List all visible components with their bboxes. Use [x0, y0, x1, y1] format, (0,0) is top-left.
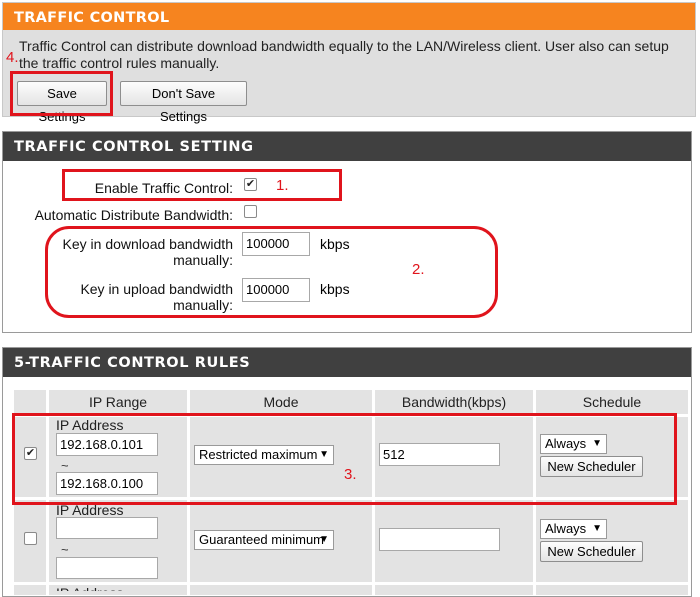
table-cell [536, 585, 688, 595]
annotation-number-3: 3. [344, 466, 357, 483]
rule-2-ip-start-input[interactable] [56, 517, 158, 539]
annotation-number-4: 4. [6, 49, 19, 66]
annotation-box-enable [62, 169, 342, 201]
rule-2-mode-select[interactable]: Guaranteed minimum ▼ [194, 530, 334, 550]
traffic-control-rules-title: 5-TRAFFIC CONTROL RULES [3, 348, 691, 377]
traffic-control-description: Traffic Control can distribute download … [19, 38, 669, 71]
rule-2-schedule-select[interactable]: Always ▼ [540, 519, 607, 539]
annotation-box-save [10, 71, 113, 116]
mode-column-header: Mode [190, 390, 372, 414]
rule-2-schedule-value: Always [545, 521, 587, 536]
checkbox-column-header [14, 390, 46, 414]
table-row [14, 585, 46, 595]
table-cell [190, 585, 372, 595]
rule-2-new-scheduler-button[interactable]: New Scheduler [540, 541, 643, 562]
rule-2-bandwidth-input[interactable] [379, 528, 500, 551]
schedule-column-header: Schedule [536, 390, 688, 414]
annotation-oval-bandwidth [45, 226, 498, 318]
annotation-box-rule [12, 413, 677, 505]
annotation-number-2: 2. [412, 261, 425, 278]
auto-distribute-checkbox[interactable] [244, 205, 257, 218]
bandwidth-column-header: Bandwidth(kbps) [375, 390, 533, 414]
rule-2-range-tilde: ~ [61, 542, 69, 557]
rule-3-ip-address-label: IP Address [56, 585, 123, 591]
table-cell [375, 585, 533, 595]
traffic-control-title: TRAFFIC CONTROL [3, 3, 695, 30]
annotation-number-1: 1. [276, 177, 289, 194]
rule-2-checkbox[interactable] [24, 532, 37, 545]
traffic-control-setting-title: TRAFFIC CONTROL SETTING [3, 132, 691, 161]
ip-range-column-header: IP Range [49, 390, 187, 414]
dropdown-arrow-icon: ▼ [319, 534, 329, 545]
rule-2-ip-end-input[interactable] [56, 557, 158, 579]
auto-distribute-label: Automatic Distribute Bandwidth: [34, 207, 233, 223]
rule-2-mode-value: Guaranteed minimum [199, 532, 324, 547]
dropdown-arrow-icon: ▼ [592, 523, 602, 534]
dont-save-settings-button[interactable]: Don't Save Settings [120, 81, 247, 124]
